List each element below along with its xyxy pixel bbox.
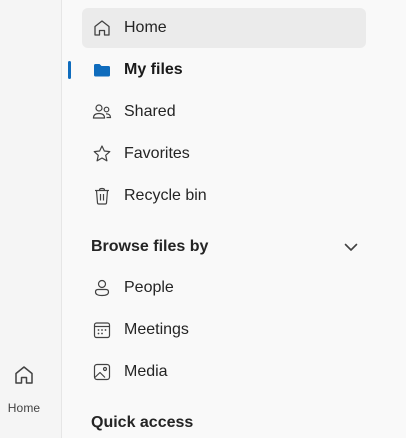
nav-item-label: Recycle bin [124, 187, 207, 204]
nav-item-shared[interactable]: Shared [82, 92, 366, 132]
section-header-quick-access[interactable]: Quick access [91, 408, 361, 438]
nav-item-label: Favorites [124, 145, 190, 162]
rail-home-label: Home [7, 401, 41, 415]
nav-item-label: Home [124, 19, 167, 36]
nav-item-media[interactable]: Media [82, 352, 366, 392]
nav-item-recycle-bin[interactable]: Recycle bin [82, 176, 366, 216]
nav-item-label: Meetings [124, 321, 189, 338]
nav-item-label: Shared [124, 103, 176, 120]
app-rail: Home [0, 0, 62, 438]
folder-icon [91, 59, 113, 81]
home-icon [91, 17, 113, 39]
nav-item-label: Media [124, 363, 168, 380]
nav-item-my-files[interactable]: My files [82, 50, 366, 90]
person-icon [91, 277, 113, 299]
selected-indicator [68, 61, 71, 79]
section-title: Browse files by [91, 238, 209, 255]
section-header-browse[interactable]: Browse files by [91, 232, 361, 262]
nav-item-home[interactable]: Home [82, 8, 366, 48]
rail-home-button[interactable]: Home [0, 363, 48, 419]
image-icon [91, 361, 113, 383]
calendar-icon [91, 319, 113, 341]
star-icon [91, 143, 113, 165]
trash-icon [91, 185, 113, 207]
section-title: Quick access [91, 414, 194, 431]
nav-item-favorites[interactable]: Favorites [82, 134, 366, 174]
nav-item-meetings[interactable]: Meetings [82, 310, 366, 350]
people-icon [91, 101, 113, 123]
nav-item-label: People [124, 279, 174, 296]
nav-item-people[interactable]: People [82, 268, 366, 308]
chevron-down-icon[interactable] [341, 237, 361, 257]
nav-item-label: My files [124, 61, 183, 78]
home-icon [12, 363, 36, 392]
navigation-pane: Home My files Shared Favorites Recycle b… [63, 0, 406, 438]
